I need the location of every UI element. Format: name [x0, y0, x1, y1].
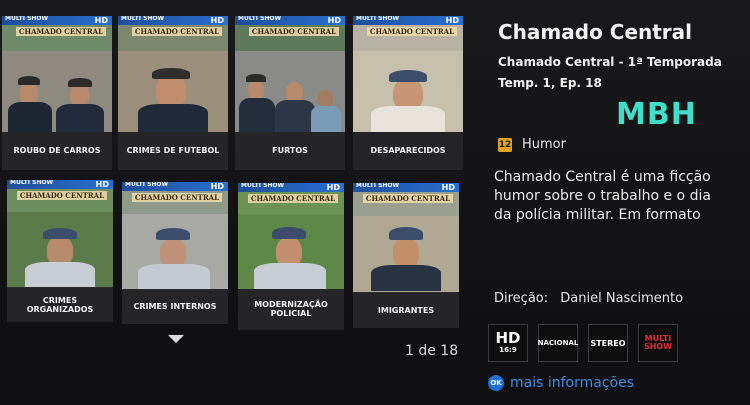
director-label: Direção: [494, 291, 549, 306]
channel-logo-badge: MULTI SHOW [638, 324, 678, 362]
synopsis-line: humor sobre o trabalho e o dia [494, 188, 711, 204]
director-info: Direção: Daniel Nascimento [494, 291, 683, 306]
episode-caption: FURTOS [235, 131, 345, 170]
multishow-logo: MULTI SHOW [5, 16, 49, 22]
audio-language-badge: NACIONAL [538, 324, 578, 362]
episode-tile-crimes-organizados[interactable]: MULTI SHOW HD CHAMADO CENTRAL CRIMES ORG… [7, 180, 113, 322]
episode-tile-modernizacao-policial[interactable]: MULTI SHOW HD CHAMADO CENTRAL MODERNIZAÇ… [238, 183, 344, 330]
episode-thumbnail: MULTI SHOW HD CHAMADO CENTRAL [7, 180, 113, 287]
chevron-down-icon[interactable] [168, 335, 184, 343]
synopsis: Chamado Central é uma ficção humor sobre… [494, 168, 750, 225]
episode-thumbnail: MULTI SHOW HD CHAMADO CENTRAL [235, 16, 345, 132]
format-badges: HD 16:9 NACIONAL STEREO MULTI SHOW [488, 324, 678, 362]
episode-tile-crimes-de-futebol[interactable]: MULTI SHOW HD CHAMADO CENTRAL CRIMES DE … [118, 16, 228, 170]
episode-thumbnail: MULTI SHOW HD CHAMADO CENTRAL [238, 183, 344, 289]
age-rating-badge: 12 [498, 138, 512, 152]
watermark-text: MBH [616, 97, 697, 132]
ok-key-icon: OK [488, 375, 504, 391]
hd-badge: HD 16:9 [488, 324, 528, 362]
details-panel: Chamado Central Chamado Central - 1ª Tem… [486, 0, 750, 405]
episode-caption: CRIMES INTERNOS [122, 289, 228, 324]
episode-tile-roubo-de-carros[interactable]: MULTI SHOW HD CHAMADO CENTRAL ROUBO DE C… [2, 16, 112, 170]
tv-guide-screen: MULTI SHOW HD CHAMADO CENTRAL ROUBO DE C… [0, 0, 750, 405]
episode-caption: CRIMES DE FUTEBOL [118, 131, 228, 170]
episode-number: Temp. 1, Ep. 18 [498, 76, 602, 90]
episode-caption: ROUBO DE CARROS [2, 131, 112, 170]
episode-thumbnail: MULTI SHOW HD CHAMADO CENTRAL [122, 182, 228, 289]
episode-caption: CRIMES ORGANIZADOS [7, 287, 113, 322]
director-name: Daniel Nascimento [560, 291, 684, 306]
episode-grid: MULTI SHOW HD CHAMADO CENTRAL ROUBO DE C… [0, 0, 475, 405]
synopsis-line: da polícia militar. Em formato [494, 207, 701, 223]
episode-thumbnail: MULTI SHOW HD CHAMADO CENTRAL [118, 16, 228, 132]
episode-tile-desaparecidos[interactable]: MULTI SHOW HD CHAMADO CENTRAL DESAPARECI… [353, 16, 463, 170]
episode-tile-imigrantes[interactable]: MULTI SHOW HD CHAMADO CENTRAL IMIGRANTES [353, 183, 459, 328]
genre-label: Humor [522, 137, 566, 152]
more-info-label: mais informações [510, 375, 635, 391]
episode-caption: DESAPARECIDOS [353, 131, 463, 170]
season-title: Chamado Central - 1ª Temporada [498, 55, 722, 69]
episode-tile-crimes-internos[interactable]: MULTI SHOW HD CHAMADO CENTRAL CRIMES INT… [122, 182, 228, 324]
synopsis-line: Chamado Central é uma ficção [494, 169, 711, 185]
program-title: Chamado Central [498, 20, 693, 44]
episode-thumbnail: MULTI SHOW HD CHAMADO CENTRAL [353, 16, 463, 132]
episode-caption: MODERNIZAÇÃO POLICIAL [238, 288, 344, 330]
show-brand-logo: CHAMADO CENTRAL [15, 27, 106, 36]
hd-logo: HD [94, 16, 108, 25]
episode-thumbnail: MULTI SHOW HD CHAMADO CENTRAL [353, 183, 459, 292]
page-indicator: 1 de 18 [405, 343, 459, 359]
episode-caption: IMIGRANTES [353, 293, 459, 328]
stereo-badge: STEREO [588, 324, 628, 362]
episode-tile-furtos[interactable]: MULTI SHOW HD CHAMADO CENTRAL FURTOS [235, 16, 345, 170]
episode-thumbnail: MULTI SHOW HD CHAMADO CENTRAL [2, 16, 112, 132]
more-info-button[interactable]: OK mais informações [488, 375, 634, 391]
